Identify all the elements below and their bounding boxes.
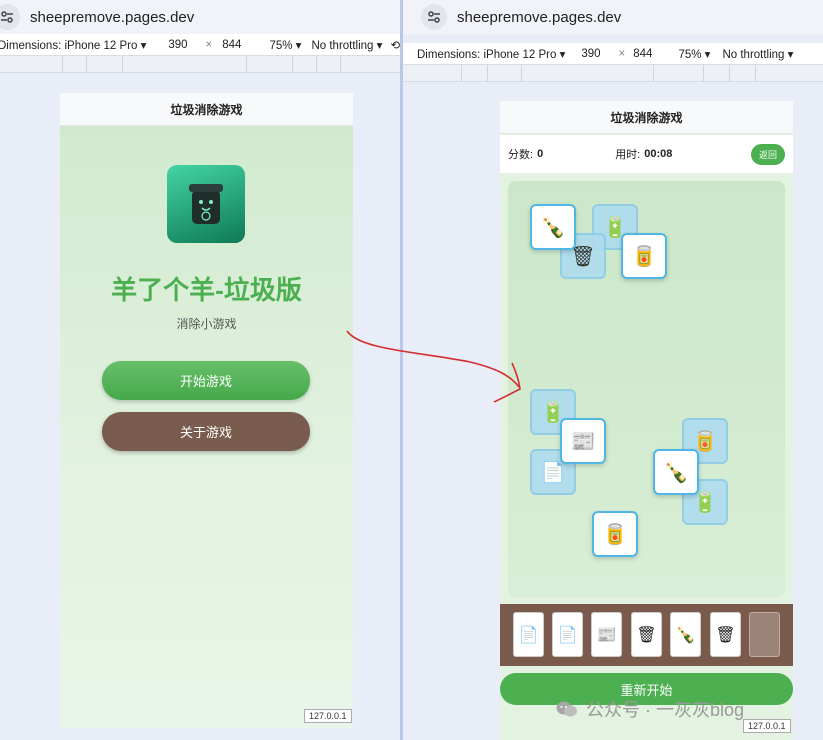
wechat-icon [556, 700, 578, 718]
rotate-icon[interactable]: ⟲ [390, 38, 400, 52]
left-browser-pane: sheepremove.pages.dev Dimensions: iPhone… [0, 0, 401, 740]
back-button[interactable]: 返回 [751, 144, 785, 165]
height-input[interactable]: 844 [222, 39, 241, 51]
score-value: 0 [537, 148, 544, 160]
collection-tray: 📄 📄 📰 🗑 🍾 🗑 [500, 604, 793, 666]
ip-badge: 127.0.0.1 [304, 709, 352, 723]
app-title: 羊了个羊-垃圾版 [111, 275, 302, 305]
ip-badge: 127.0.0.1 [743, 719, 791, 733]
media-query-ruler [0, 56, 401, 73]
about-game-button[interactable]: 关于游戏 [102, 412, 310, 451]
board-tile-newspaper[interactable]: 📰 [560, 418, 606, 464]
start-game-button[interactable]: 开始游戏 [102, 361, 310, 400]
phone-screen-game: 垃圾消除游戏 分数: 0 用时: 00:08 返回 🍾 🔋 🗑 🥫 🔋 📰 📄 … [500, 101, 793, 740]
time-label: 用时: [615, 149, 641, 161]
site-settings-icon[interactable] [0, 4, 20, 30]
board-tile-bottle[interactable]: 🍾 [653, 449, 699, 495]
times-sign: × [205, 38, 213, 51]
time-value: 00:08 [644, 148, 673, 160]
address-bar[interactable]: sheepremove.pages.dev [0, 0, 401, 34]
board-tile-bottle[interactable]: 🍾 [530, 204, 576, 250]
throttling-select[interactable]: No throttling ▾ [722, 47, 793, 61]
site-settings-icon[interactable] [421, 4, 447, 30]
zoom-select[interactable]: 75% ▾ [269, 38, 301, 52]
right-browser-pane: sheepremove.pages.dev Dimensions: iPhone… [403, 0, 823, 740]
throttling-select[interactable]: No throttling ▾ [311, 38, 382, 52]
url-text[interactable]: sheepremove.pages.dev [457, 9, 621, 26]
device-toolbar: Dimensions: iPhone 12 Pro ▾ 390 × 844 75… [0, 34, 401, 56]
board-tile-can[interactable]: 🥫 [621, 233, 667, 279]
score-label: 分数: [508, 149, 534, 161]
tray-slot-trash-bin: 🗑 [631, 612, 662, 657]
watermark-text: 公众号 · 一灰灰blog [586, 700, 745, 720]
game-board: 🍾 🔋 🗑 🥫 🔋 📰 📄 🥫 🍾 🔋 🥫 [508, 181, 785, 597]
phone-screen-home: 垃圾消除游戏 羊了个羊-垃圾版 消除小游戏 开始游戏 关于游戏 127.0.0.… [60, 93, 353, 728]
tray-slot-paper: 📄 [552, 612, 583, 657]
board-tile-can[interactable]: 🥫 [592, 511, 638, 557]
dimensions-select[interactable]: Dimensions: iPhone 12 Pro ▾ [0, 38, 146, 52]
tray-slot-trash-bin: 🗑 [710, 612, 741, 657]
width-input[interactable]: 390 [581, 48, 600, 60]
media-query-ruler [403, 65, 823, 82]
width-input[interactable]: 390 [168, 39, 187, 51]
tray-slot-bottle: 🍾 [670, 612, 701, 657]
url-text[interactable]: sheepremove.pages.dev [30, 9, 194, 26]
address-bar[interactable]: sheepremove.pages.dev [403, 0, 823, 34]
dimensions-select[interactable]: Dimensions: iPhone 12 Pro ▾ [417, 47, 565, 61]
tray-slot-empty [749, 612, 780, 657]
page-header: 垃圾消除游戏 [500, 101, 793, 134]
device-toolbar: Dimensions: iPhone 12 Pro ▾ 390 × 844 75… [403, 43, 823, 65]
tray-slot-paper: 📄 [513, 612, 544, 657]
height-input[interactable]: 844 [633, 48, 652, 60]
times-sign: × [618, 47, 626, 60]
watermark: 公众号 · 一灰灰blog [556, 696, 744, 722]
zoom-select[interactable]: 75% ▾ [678, 47, 710, 61]
app-logo [167, 165, 245, 243]
tray-slot-newspaper: 📰 [591, 612, 622, 657]
trash-bin-mascot-icon [189, 184, 223, 224]
page-header: 垃圾消除游戏 [60, 93, 353, 126]
app-subtitle: 消除小游戏 [176, 317, 237, 331]
game-status-bar: 分数: 0 用时: 00:08 返回 [500, 135, 793, 173]
